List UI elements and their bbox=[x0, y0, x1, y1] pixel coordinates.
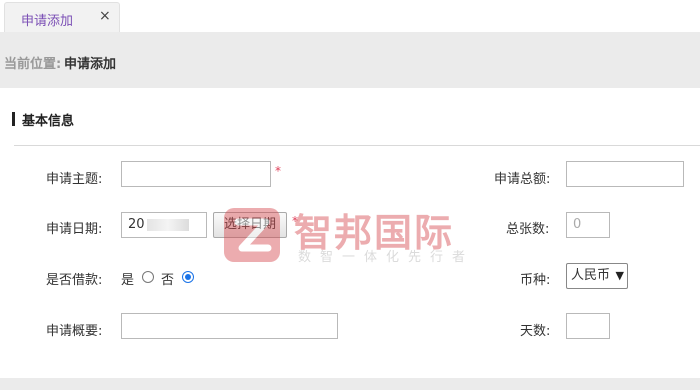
divider bbox=[14, 145, 700, 146]
loan-option-no-radio[interactable] bbox=[182, 271, 194, 283]
tab-bar: 申请添加 × bbox=[0, 0, 700, 32]
sheets-input[interactable]: 0 bbox=[566, 212, 610, 238]
total-amount-input[interactable] bbox=[566, 161, 684, 187]
total-amount-label: 申请总额: bbox=[494, 172, 551, 187]
breadcrumb-prefix: 当前位置: bbox=[4, 57, 62, 72]
date-value: 20 bbox=[128, 217, 145, 232]
loan-label: 是否借款: bbox=[46, 273, 103, 288]
watermark: 智邦国际 数智一体化先行者 bbox=[222, 200, 482, 270]
sheets-label: 总张数: bbox=[506, 222, 550, 237]
currency-selected: 人民币 bbox=[571, 268, 611, 283]
close-icon[interactable]: × bbox=[99, 8, 111, 24]
subject-label: 申请主题: bbox=[46, 172, 103, 187]
required-mark: * bbox=[275, 164, 281, 178]
loan-option-yes-label: 是 bbox=[121, 273, 135, 288]
tab-label: 申请添加 bbox=[21, 14, 74, 29]
chevron-down-icon: ▼ bbox=[615, 269, 624, 282]
currency-select[interactable]: 人民币 ▼ bbox=[566, 263, 628, 289]
sheets-placeholder: 0 bbox=[573, 217, 582, 232]
tab-apply-add[interactable]: 申请添加 × bbox=[4, 2, 120, 32]
summary-input[interactable] bbox=[121, 313, 338, 339]
days-label: 天数: bbox=[520, 324, 551, 339]
subject-input[interactable] bbox=[121, 161, 271, 187]
date-input[interactable]: 20 bbox=[121, 212, 207, 238]
date-label: 申请日期: bbox=[46, 222, 103, 237]
brand-logo-icon bbox=[224, 208, 280, 262]
breadcrumb: 当前位置: 申请添加 bbox=[0, 32, 700, 88]
section-title: 基本信息 bbox=[22, 114, 75, 129]
section-marker bbox=[12, 112, 15, 126]
bottom-strip bbox=[0, 378, 700, 390]
blurred-value bbox=[146, 218, 189, 231]
loan-option-no-label: 否 bbox=[161, 273, 175, 288]
currency-label: 币种: bbox=[520, 273, 551, 288]
breadcrumb-current: 申请添加 bbox=[64, 57, 117, 72]
watermark-slogan: 数智一体化先行者 bbox=[298, 250, 475, 265]
summary-label: 申请概要: bbox=[46, 324, 103, 339]
days-input[interactable] bbox=[566, 313, 610, 339]
loan-option-yes-radio[interactable] bbox=[142, 271, 154, 283]
